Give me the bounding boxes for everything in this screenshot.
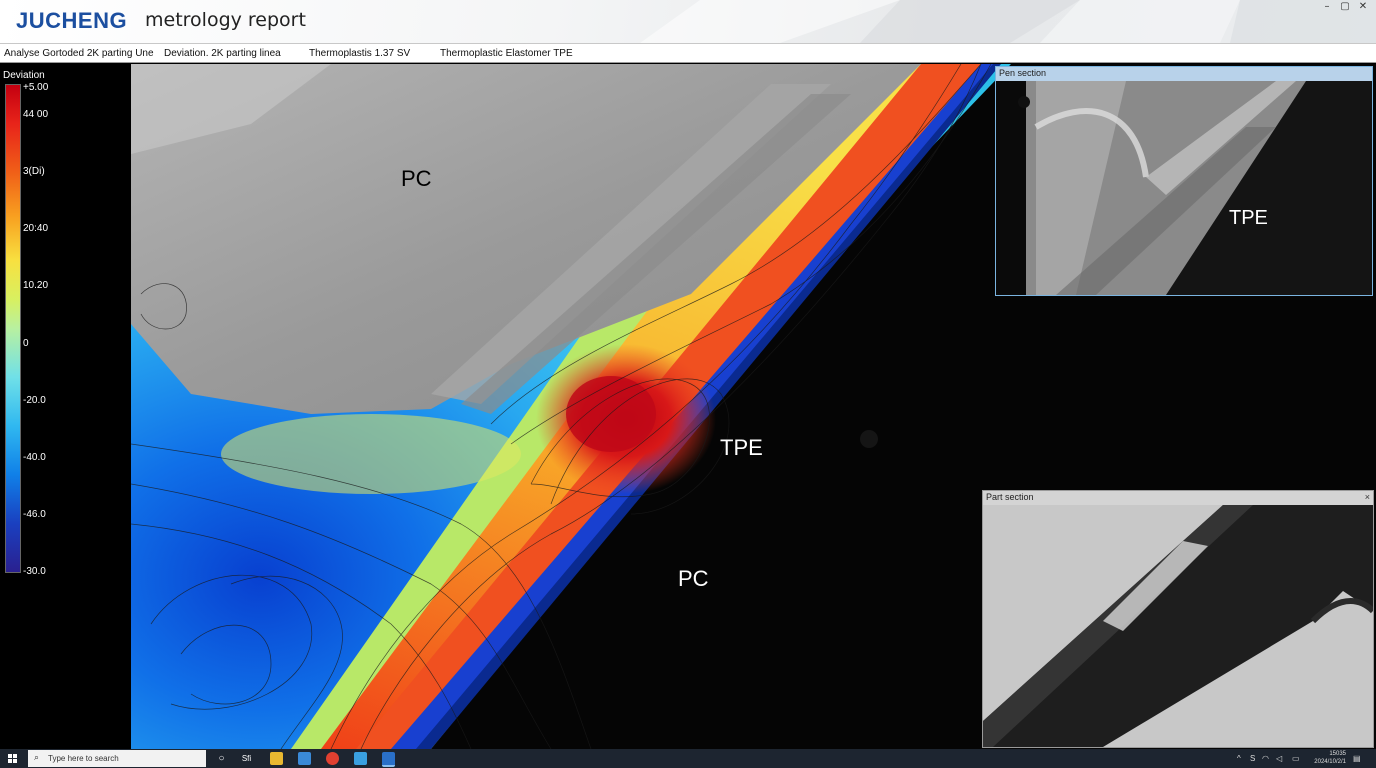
file-explorer-icon[interactable] [270,752,283,765]
search-icon: ⌕ [34,752,40,762]
legend-tick: 0 [23,338,29,349]
clock-time: 15035 [1329,751,1346,757]
inset-pen-section[interactable]: Pen section TPE [995,66,1373,296]
title-bar: JUCHENG metrology report – ▢ ✕ [0,0,1376,43]
analysis-info: Analyse Gortoded 2K parting Une [4,48,154,59]
minimize-button[interactable]: – [1318,0,1336,14]
edge-icon[interactable] [354,752,367,765]
region-label-pc-bottom: PC [678,566,709,591]
brand-logo: JUCHENG [16,8,128,33]
legend-tick: 10.20 [23,280,49,291]
deviation-info: Deviation. 2K parting linea [164,48,281,59]
region-label-tpe: TPE [720,435,763,460]
volume-icon[interactable]: ◁ [1276,754,1282,763]
notification-icon[interactable]: ▤ [1353,754,1361,763]
thermoplastic-info: Thermoplastis 1.37 SV [309,48,411,59]
inset-pen-section-image [996,67,1372,295]
legend-tick: -20.0 [23,395,46,406]
material-info: Thermoplastic Elastomer TPE [440,48,573,59]
metrology-app-icon[interactable] [382,752,395,767]
legend-tick: 20:40 [23,223,49,234]
widgets-icon[interactable]: Sfi [240,752,253,765]
legend-tick: -46.0 [23,509,46,520]
inset-part-section[interactable]: Part section × [982,490,1374,748]
inset-title: Part section [986,492,1034,502]
close-icon[interactable]: × [1365,491,1370,504]
info-bar: Analyse Gortoded 2K parting Une Deviatio… [0,43,1376,63]
battery-icon[interactable]: ▭ [1292,754,1300,763]
wifi-icon[interactable]: ◠ [1262,754,1269,763]
chrome-icon[interactable] [326,752,339,765]
inset-title: Pen section [999,68,1047,78]
system-clock[interactable]: 15035 2024/10/2/1 [1314,750,1346,766]
legend-tick: 44 00 [23,109,49,120]
region-label-pc-top: PC [401,166,432,191]
color-scale-bar [5,84,21,573]
legend-tick: +5.00 [23,82,49,93]
legend-tick: -30.0 [23,566,46,577]
deviation-legend: Deviation +5.00 44 00 3(Di) 20:40 10.20 … [0,64,131,749]
window-controls: – ▢ ✕ [1318,0,1372,14]
legend-title: Deviation [3,70,45,81]
clock-date: 2024/10/2/1 [1314,759,1346,765]
windows-icon [8,753,17,763]
legend-tick: -40.0 [23,452,46,463]
legend-tick: 3(Di) [23,166,45,177]
taskbar-search[interactable]: ⌕ Type here to search [28,750,206,767]
maximize-button[interactable]: ▢ [1336,0,1354,14]
search-placeholder: Type here to search [48,754,119,763]
app-window: JUCHENG metrology report – ▢ ✕ Analyse G… [0,0,1376,768]
task-view-icon[interactable]: ○ [215,752,228,765]
inset-label-tpe: TPE [1229,207,1268,229]
deviation-map-viewport[interactable]: PC TPE PC Pen section TPE Part section × [131,64,1376,749]
inset-part-section-image [983,491,1373,747]
page-title: metrology report [145,9,306,31]
store-icon[interactable] [298,752,311,765]
taskbar: ⌕ Type here to search ○ Sfi ^ S ◠ ◁ ▭ 15… [0,749,1376,768]
start-button[interactable] [0,749,26,768]
close-button[interactable]: ✕ [1354,0,1372,14]
tray-icon[interactable]: S [1250,754,1255,763]
tray-chevron-icon[interactable]: ^ [1237,754,1241,763]
